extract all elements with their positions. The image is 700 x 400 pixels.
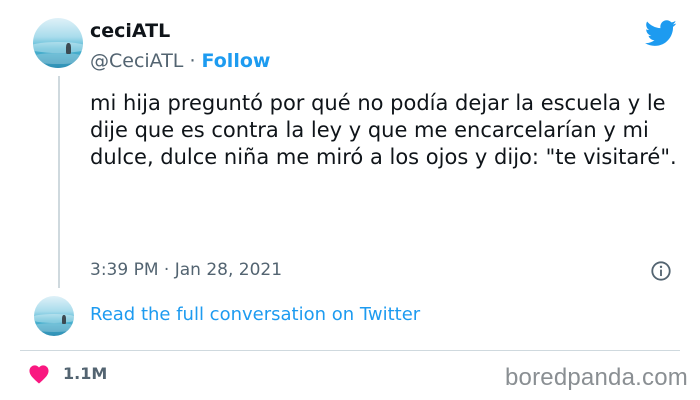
avatar-wave <box>34 314 74 324</box>
avatar-wave <box>34 323 74 332</box>
avatar-wave <box>33 42 83 53</box>
conversation-avatar <box>34 296 74 336</box>
avatar-figure <box>62 315 66 324</box>
avatar-figure <box>66 43 71 54</box>
watermark: boredpanda.com <box>505 364 688 391</box>
read-conversation-link[interactable]: Read the full conversation on Twitter <box>90 304 420 325</box>
thread-line <box>58 76 60 288</box>
tweet-timestamp[interactable]: 3:39 PM · Jan 28, 2021 <box>90 260 282 280</box>
author-handle[interactable]: @CeciATL <box>90 50 183 72</box>
author-handle-row: @CeciATL · Follow <box>90 50 270 72</box>
handle-separator: · <box>189 50 196 72</box>
tweet-text: mi hija preguntó por qué no podía dejar … <box>90 91 677 169</box>
divider <box>20 350 680 351</box>
avatar-wave <box>33 53 83 64</box>
like-count[interactable]: 1.1M <box>63 364 107 383</box>
author-avatar[interactable] <box>33 18 83 68</box>
heart-icon[interactable] <box>28 364 50 384</box>
info-icon[interactable] <box>650 260 672 282</box>
follow-button[interactable]: Follow <box>202 50 271 72</box>
author-display-name[interactable]: ceciATL <box>90 20 170 42</box>
twitter-bird-icon[interactable] <box>645 20 677 47</box>
